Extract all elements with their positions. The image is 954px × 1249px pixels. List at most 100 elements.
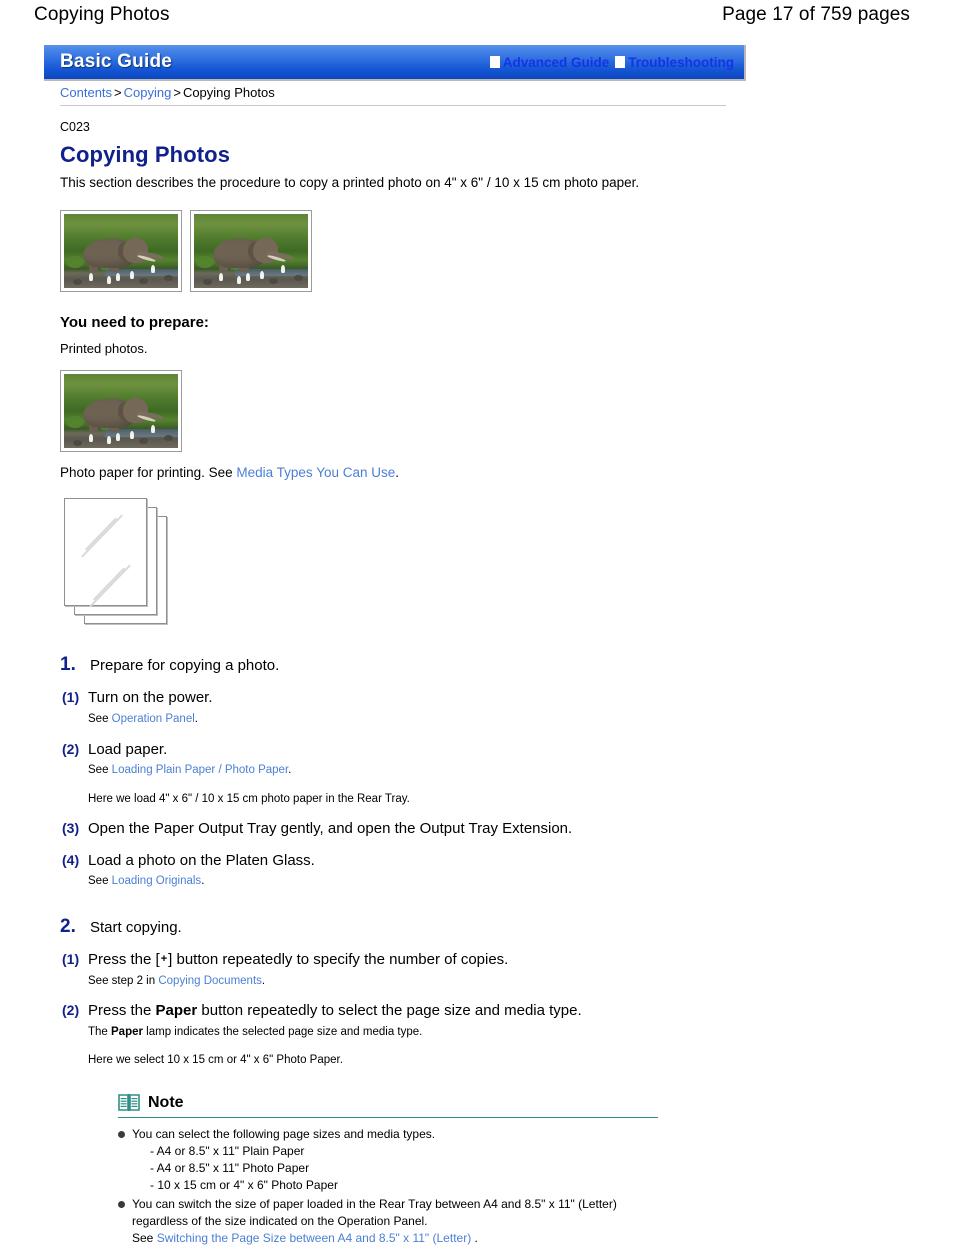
step-1-substep-3: (3) Open the Paper Output Tray gently, a… [60,819,760,839]
step-2-substep-1-note: See step 2 in Copying Documents. [88,973,760,990]
step-1-number: 1. [60,654,76,676]
step-2: 2. Start copying. (1) Press the [+] butt… [60,916,760,1247]
page-number-indicator: Page 17 of 759 pages [722,4,910,25]
note-period: . [201,875,205,888]
guide-brand-label: Basic Guide [60,51,173,72]
step-1-substep-1-title: Turn on the power. [88,689,213,707]
photo-thumbnail-row [60,210,760,293]
note-item-1-subline-1: - A4 or 8.5" x 11" Plain Paper [150,1144,305,1159]
step-1-substep-1-note: See Operation Panel. [88,711,760,728]
document-code: C023 [60,120,90,134]
photo-thumbnail-source [60,210,182,293]
step-1-substep-4-note: See Loading Originals. [88,873,760,890]
paper-button-keyword: Paper [155,1002,198,1020]
operation-panel-link[interactable]: Operation Panel [112,713,195,725]
the-label: The [88,1025,112,1038]
media-types-link[interactable]: Media Types You Can Use [236,465,395,480]
open-book-icon [118,1093,140,1112]
loading-plain-paper-link[interactable]: Loading Plain Paper / Photo Paper [112,764,288,776]
breadcrumb-item-contents[interactable]: Contents [60,85,112,100]
step-2-heading: 2. Start copying. [60,916,760,938]
step-2-substep-1-number: (1) [62,951,80,968]
step-1-heading: 1. Prepare for copying a photo. [60,654,760,676]
note-period: . [194,712,198,725]
paper-stack-illustration [62,498,210,628]
prepare-photo-wrap [60,370,760,453]
plus-button-key: + [160,953,168,966]
step-2-substep-2-title: Press the Paper button repeatedly to sel… [88,1001,760,1021]
bullet-icon [118,1201,132,1209]
paper-lamp-keyword: Paper [111,1025,143,1038]
note-list-item: You can switch the size of paper loaded … [118,1196,658,1247]
note-item-1-text: You can select the following page sizes … [132,1127,436,1142]
note-item-2-text: You can switch the size of paper loaded … [132,1197,617,1229]
breadcrumb-separator: > [114,85,122,100]
note-list-item: You can select the following page sizes … [118,1126,658,1194]
see-label: See [88,875,109,888]
step-1-substep-3-title: Open the Paper Output Tray gently, and o… [88,820,573,838]
prepare-item-printed-photos: Printed photos. [60,341,148,357]
guide-bar: Basic Guide Advanced Guide Troubleshooti… [44,45,746,81]
page-header: Copying Photos Page 17 of 759 pages [0,0,954,30]
step-1-substep-2-note: See Loading Plain Paper / Photo Paper. [88,762,760,779]
switching-page-size-link[interactable]: Switching the Page Size between A4 and 8… [157,1231,472,1245]
breadcrumb-separator: > [173,85,181,100]
step-1-substep-4-number: (4) [62,851,80,868]
guide-bar-links: Advanced Guide Troubleshooting [484,55,738,70]
bullet-icon [118,1131,132,1139]
page-header-title: Copying Photos [34,4,170,25]
note-item-1-subline-3: - 10 x 15 cm or 4" x 6" Photo Paper [150,1178,338,1193]
copying-documents-link[interactable]: Copying Documents [158,975,262,987]
step-2-number: 2. [60,916,76,938]
prepare-paper-text-before: Photo paper for printing. See [60,465,233,481]
note-list: You can select the following page sizes … [118,1126,658,1247]
troubleshooting-label: Troubleshooting [628,54,734,70]
breadcrumb: Contents > Copying > Copying Photos [60,85,275,100]
prepare-paper-line: Photo paper for printing. See Media Type… [60,465,760,480]
page-title: Copying Photos [60,142,231,167]
step-2-substep-1: (1) Press the [+] button repeatedly to s… [60,950,760,989]
breadcrumb-item-copying[interactable]: Copying [124,85,172,100]
step-2-substep-2: (2) Press the Paper button repeatedly to… [60,1001,760,1069]
step-1-substep-1: (1) Turn on the power. See Operation Pan… [60,688,760,727]
note-header: Note [118,1093,658,1112]
prepare-photo-thumbnail [60,370,182,453]
note-period: . [288,764,292,777]
step-1-substep-3-number: (3) [62,820,80,837]
step-1-title: Prepare for copying a photo. [90,657,280,675]
press-the-label: Press the [88,1002,156,1020]
paper-sheet-front [64,498,147,608]
breadcrumb-divider [60,105,726,106]
intro-paragraph: This section describes the procedure to … [60,175,640,190]
note-label: Note [148,1093,184,1111]
note-divider [118,1117,658,1119]
step-1-substep-4: (4) Load a photo on the Platen Glass. Se… [60,851,760,890]
breadcrumb-item-current: Copying Photos [182,85,275,100]
troubleshooting-link[interactable]: Troubleshooting [609,55,734,70]
photo-thumbnail-copy [190,210,312,293]
step-2-substep-2-title-rest: button repeatedly to select the page siz… [197,1002,582,1020]
prepare-heading: You need to prepare: [60,314,209,332]
step-2-substep-1-title-rest: ] button repeatedly to specify the numbe… [168,951,509,969]
white-square-icon [489,56,500,68]
advanced-guide-link[interactable]: Advanced Guide [484,54,610,70]
prepare-paper-text-after: . [395,465,400,481]
step-1: 1. Prepare for copying a photo. (1) Turn… [60,654,760,890]
step-1-substep-2-extra-note: Here we load 4" x 6" / 10 x 15 cm photo … [88,792,410,805]
note-period: . [261,974,266,987]
step-2-title: Start copying. [90,919,182,937]
note-box: Note You can select the following page s… [118,1093,658,1247]
step-1-substep-1-number: (1) [62,689,80,706]
step-1-substep-2: (2) Load paper. See Loading Plain Paper … [60,740,760,808]
loading-originals-link[interactable]: Loading Originals [112,875,202,887]
advanced-guide-label: Advanced Guide [502,54,610,70]
step-2-substep-1-title: Press the [+] button repeatedly to speci… [88,950,760,970]
paper-lamp-note-rest: lamp indicates the selected page size an… [142,1025,423,1038]
see-label: See [88,764,109,777]
step-2-substep-2-number: (2) [62,1002,80,1019]
note-item-2-see-prefix: See [132,1231,154,1246]
note-item-2-see-suffix: . [474,1231,478,1246]
article-content: C023 Copying Photos This section describ… [60,120,760,1249]
see-step-label: See step 2 in [88,974,156,987]
step-1-substep-2-title: Load paper. [88,740,168,758]
